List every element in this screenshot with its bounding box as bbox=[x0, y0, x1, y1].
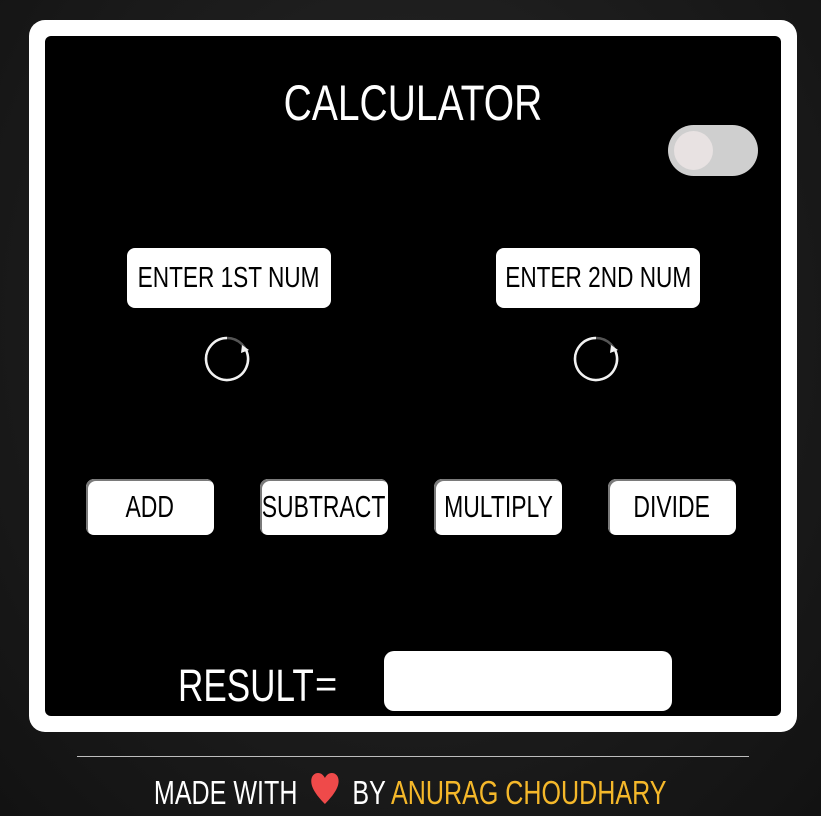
multiply-button[interactable]: MULTIPLY bbox=[434, 479, 562, 535]
calculator-frame: CALCULATOR ENTER 1ST NUM ENTER 2ND NUM A… bbox=[29, 20, 797, 732]
footer: MADE WITH BY ANURAG CHOUDHARY bbox=[0, 772, 821, 816]
enter-second-number-label: ENTER 2ND NUM bbox=[504, 261, 692, 294]
result-output-field[interactable] bbox=[384, 651, 672, 711]
heart-icon bbox=[311, 772, 340, 814]
add-button[interactable]: ADD bbox=[86, 479, 214, 535]
footer-made-with: MADE WITH bbox=[154, 774, 298, 811]
add-button-label: ADD bbox=[125, 489, 175, 524]
multiply-button-label: MULTIPLY bbox=[443, 489, 553, 524]
enter-first-number-button[interactable]: ENTER 1ST NUM bbox=[127, 248, 331, 308]
page-title: CALCULATOR bbox=[283, 75, 543, 131]
footer-by: BY bbox=[352, 774, 386, 811]
author-name: ANURAG CHOUDHARY bbox=[391, 774, 667, 811]
divide-button-label: DIVIDE bbox=[633, 489, 711, 524]
divide-button[interactable]: DIVIDE bbox=[608, 479, 736, 535]
enter-second-number-button[interactable]: ENTER 2ND NUM bbox=[496, 248, 700, 308]
refresh-icon bbox=[201, 333, 253, 385]
theme-toggle[interactable] bbox=[668, 125, 758, 176]
subtract-button[interactable]: SUBTRACT bbox=[260, 479, 388, 535]
refresh-icon bbox=[570, 333, 622, 385]
footer-divider bbox=[77, 756, 749, 757]
calculator-panel: CALCULATOR ENTER 1ST NUM ENTER 2ND NUM A… bbox=[45, 36, 781, 716]
toggle-knob bbox=[674, 131, 713, 170]
equals-sign: = bbox=[315, 664, 338, 706]
subtract-button-label: SUBTRACT bbox=[262, 489, 386, 524]
enter-first-number-label: ENTER 1ST NUM bbox=[138, 261, 320, 294]
result-label: RESULT bbox=[178, 660, 314, 711]
